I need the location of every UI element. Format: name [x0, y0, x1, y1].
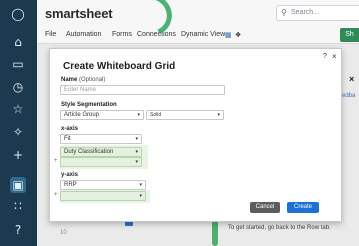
style-value-select[interactable]: Solid ▾ [146, 110, 224, 120]
help-icon[interactable]: ? [323, 53, 327, 60]
panel-link[interactable]: edba [342, 93, 355, 99]
brand-logo[interactable]: smartsheet [45, 6, 113, 21]
browse-icon[interactable]: ▣ [10, 177, 26, 193]
star-icon[interactable]: ☆ [10, 101, 26, 117]
close-icon[interactable]: × [332, 52, 337, 61]
grid-icon[interactable]: ∷ [10, 198, 26, 214]
style-segmentation-select[interactable]: Article Group ▾ [60, 110, 144, 120]
chevron-down-icon: ▾ [217, 112, 220, 118]
y-axis-field-select[interactable]: RRP ▾ [60, 180, 146, 190]
menu-forms[interactable]: Forms [112, 31, 132, 38]
row-number: 10 [60, 230, 67, 236]
bell-icon[interactable]: ◯ [10, 6, 26, 22]
menu-dynamic-view[interactable]: Dynamic View [181, 31, 225, 38]
create-whiteboard-grid-dialog: ? × Create Whiteboard Grid Name (Optiona… [49, 48, 342, 222]
dialog-title: Create Whiteboard Grid [63, 61, 176, 72]
y-axis-empty-select[interactable]: ▾ [60, 191, 146, 201]
chevron-down-icon: ▾ [135, 149, 138, 155]
panel-tip-text: To get started, go back to the Row tab. [228, 225, 331, 231]
style-segmentation-label: Style Segmentation [61, 102, 117, 108]
chevron-down-icon: ▾ [135, 136, 138, 142]
search-icon: ⚲ [281, 8, 287, 17]
pin-icon[interactable]: ❖ [235, 31, 241, 39]
help-icon[interactable]: ? [10, 222, 26, 238]
add-y-axis-icon[interactable]: + [54, 192, 58, 198]
dynamic-view-icon[interactable]: ▦ [225, 31, 232, 39]
panel-close-icon[interactable]: × [349, 74, 354, 84]
y-axis-label: y-axis [61, 172, 79, 178]
left-nav-rail: ◯ ⌂ ▭ ◷ ☆ ✧ + ▣ ∷ ? [0, 0, 37, 246]
name-input[interactable]: Enter Name [60, 85, 225, 95]
cancel-button[interactable]: Cancel [250, 202, 280, 213]
home-icon[interactable]: ⌂ [10, 34, 26, 50]
x-axis-field-select[interactable]: Fit ▾ [60, 134, 142, 144]
search-input[interactable]: ⚲ Search... [276, 5, 359, 21]
add-x-axis-icon[interactable]: + [54, 158, 58, 164]
x-axis-label: x-axis [61, 126, 79, 132]
share-button[interactable]: Sh [340, 28, 359, 42]
folder-icon[interactable]: ▭ [10, 56, 26, 72]
clock-icon[interactable]: ◷ [10, 79, 26, 95]
menu-automation[interactable]: Automation [66, 31, 101, 38]
menu-bar: File Automation Forms Connections Dynami… [37, 26, 359, 44]
chevron-down-icon: ▾ [137, 112, 140, 118]
create-button[interactable]: Create [287, 202, 319, 213]
hub-icon[interactable]: ✧ [10, 124, 26, 140]
chevron-down-icon: ▾ [139, 193, 142, 199]
name-label: Name (Optional) [61, 77, 106, 83]
menu-file[interactable]: File [45, 31, 56, 38]
x-axis-secondary-select[interactable]: Duty Classification ▾ [60, 147, 142, 157]
search-placeholder: Search... [291, 9, 320, 16]
chevron-down-icon: ▾ [139, 182, 142, 188]
plus-icon[interactable]: + [10, 147, 26, 163]
top-bar: smartsheet ⚲ Search... [37, 0, 359, 26]
chevron-down-icon: ▾ [135, 159, 138, 165]
x-axis-empty-select[interactable]: ▾ [60, 157, 142, 167]
